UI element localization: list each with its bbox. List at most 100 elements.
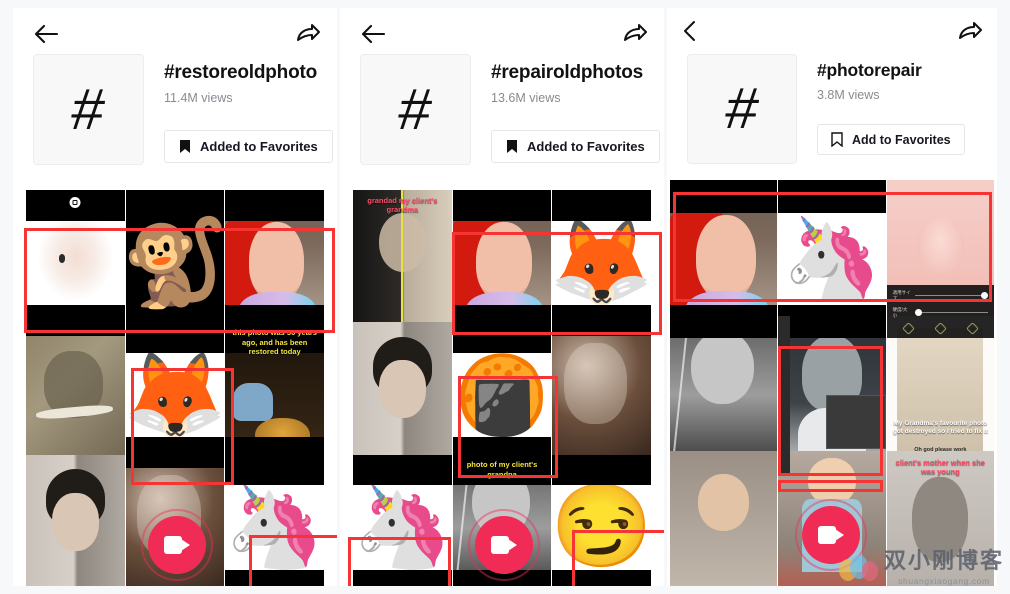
- hashtag-panel-repairoldphotos: # #repairoldphotos 13.6M views Added to …: [340, 8, 664, 586]
- hashtag-panel-photorepair: # #photorepair 3.8M views Add to Favorit…: [667, 8, 997, 586]
- video-cell-smirk-emoji[interactable]: [552, 454, 651, 586]
- hashtag-panel-restoreoldphoto: # #restoreoldphoto 11.4M views Added to …: [13, 8, 337, 586]
- video-thumbnail: [125, 190, 225, 336]
- thumbnail-art: [26, 454, 125, 586]
- video-thumbnail: [452, 322, 552, 468]
- slider-1-label: 適用サイズ: [892, 289, 911, 301]
- video-thumbnail: [452, 190, 552, 336]
- video-cell-cracked-portrait[interactable]: [26, 322, 125, 468]
- share-arrow-icon[interactable]: [295, 20, 321, 46]
- video-cell-young-man-bw[interactable]: [353, 322, 452, 468]
- video-caption: photo of my client's grandpa: [466, 460, 538, 479]
- hashtag-thumbnail: #: [687, 54, 797, 164]
- video-cell-unicorn-emoji[interactable]: [225, 454, 324, 586]
- video-cell-cartoon-woman[interactable]: [225, 190, 324, 336]
- thumbnail-art: [670, 315, 778, 475]
- video-cell-young-man-portrait[interactable]: [26, 454, 125, 586]
- favorites-button-label: Added to Favorites: [527, 139, 645, 154]
- favorites-button[interactable]: Add to Favorites: [817, 124, 965, 155]
- photoshop-toolbar: [778, 315, 791, 475]
- video-cell-cracked-woman-bw[interactable]: [670, 315, 778, 475]
- share-arrow-icon[interactable]: [957, 18, 983, 44]
- video-cell-monkey-emoji[interactable]: [125, 190, 225, 336]
- video-thumbnail: [670, 451, 778, 586]
- panel-header: # #restoreoldphoto 11.4M views Added to …: [13, 8, 337, 190]
- video-cell-sepia-man[interactable]: [670, 451, 778, 586]
- photoshop-layers-panel: [825, 394, 886, 449]
- video-cell-elder-restore[interactable]: grandad my client's grandma: [353, 190, 452, 336]
- favorites-button[interactable]: Added to Favorites: [164, 130, 333, 163]
- video-cell-cartoon-woman[interactable]: [670, 180, 778, 339]
- hash-icon: #: [395, 76, 436, 142]
- thumbnail-art: [670, 180, 778, 339]
- record-button[interactable]: [795, 499, 867, 571]
- hash-icon: #: [721, 76, 763, 141]
- video-thumbnail: [552, 454, 651, 586]
- video-cell-damaged-photo[interactable]: [552, 322, 651, 468]
- thumbnail-art: [26, 322, 125, 468]
- thumbnail-art: [670, 451, 778, 586]
- favorites-button-label: Added to Favorites: [200, 139, 318, 154]
- editor-tools[interactable]: [893, 321, 988, 335]
- slider-1-track[interactable]: [914, 292, 988, 300]
- video-camera-icon: [164, 536, 190, 554]
- video-thumbnail: [26, 454, 125, 586]
- video-thumbnail: [670, 315, 778, 475]
- panel-header: # #photorepair 3.8M views Add to Favorit…: [667, 8, 997, 180]
- thumbnail-art: [452, 190, 552, 336]
- thumbnail-art: [125, 322, 225, 468]
- view-count: 13.6M views: [491, 91, 561, 105]
- nav-row: [13, 8, 337, 54]
- hashtag-info: # #repairoldphotos 13.6M views Added to …: [340, 54, 664, 165]
- nav-row: [667, 8, 997, 54]
- video-caption: this photo was 30 years ago, and has bee…: [232, 328, 317, 356]
- thumbnail-art: [452, 322, 552, 468]
- screenshot-root: # #restoreoldphoto 11.4M views Added to …: [0, 0, 1010, 594]
- video-cell-cartoon-woman[interactable]: [452, 190, 552, 336]
- favorites-button[interactable]: Added to Favorites: [491, 130, 660, 163]
- slider-1-knob[interactable]: [981, 292, 988, 300]
- video-subcaption: Oh god please work: [914, 447, 967, 454]
- slider-row-2[interactable]: 硬度/大小: [893, 307, 988, 319]
- arrow-left-icon[interactable]: [360, 22, 386, 46]
- view-count: 11.4M views: [164, 91, 233, 105]
- slider-2-knob[interactable]: [914, 309, 922, 317]
- video-cell-tabby-cat-ps[interactable]: [778, 315, 886, 475]
- video-thumbnail: [125, 322, 225, 468]
- nav-row: [340, 8, 664, 54]
- record-button[interactable]: [141, 509, 213, 581]
- share-arrow-icon[interactable]: [622, 20, 648, 46]
- video-thumbnail: [353, 322, 452, 468]
- video-thumbnail: [225, 190, 324, 336]
- video-cell-unicorn-emoji[interactable]: [778, 180, 886, 339]
- video-camera-icon: [491, 536, 517, 554]
- video-thumbnail: [552, 190, 651, 336]
- video-cell-fox-emoji[interactable]: [125, 322, 225, 468]
- thumbnail-art: [552, 322, 651, 468]
- undo-tool-icon[interactable]: [965, 321, 979, 335]
- thumbnail-art: [225, 454, 324, 586]
- favorites-button-label: Add to Favorites: [852, 132, 951, 147]
- video-cell-white-cat-filter[interactable]: [26, 190, 125, 336]
- video-thumbnail: [225, 454, 324, 586]
- video-cell-unicorn-emoji[interactable]: [353, 454, 452, 586]
- brush-tool-icon[interactable]: [902, 321, 915, 335]
- video-cell-street-market[interactable]: this photo was 30 years ago, and has bee…: [225, 322, 324, 468]
- slider-2-label: 硬度/大小: [892, 306, 908, 318]
- hashtag-thumbnail: #: [33, 54, 144, 165]
- record-button[interactable]: [468, 509, 540, 581]
- slider-row-1[interactable]: 適用サイズ: [893, 290, 988, 302]
- video-cell-client-mother[interactable]: client's mother when she was young: [886, 451, 994, 586]
- eraser-tool-icon[interactable]: [933, 321, 947, 335]
- arrow-left-icon[interactable]: [33, 22, 59, 46]
- video-cell-couple-polaroid[interactable]: My Grandma's favourite photo got destroy…: [886, 315, 994, 475]
- video-cell-nose-retouch-app[interactable]: 適用サイズ硬度/大小: [886, 180, 994, 339]
- video-cell-rice-emoji[interactable]: [452, 322, 552, 468]
- hashtag-meta: #repairoldphotos 13.6M views Added to Fa…: [491, 54, 660, 165]
- video-cell-fox-emoji[interactable]: [552, 190, 651, 336]
- slider-2-track[interactable]: [914, 309, 988, 317]
- video-thumbnail: [26, 190, 125, 336]
- chevron-left-icon[interactable]: [681, 20, 699, 42]
- video-caption: My Grandma's favourite photo got destroy…: [892, 420, 988, 436]
- video-thumbnail: [778, 180, 886, 339]
